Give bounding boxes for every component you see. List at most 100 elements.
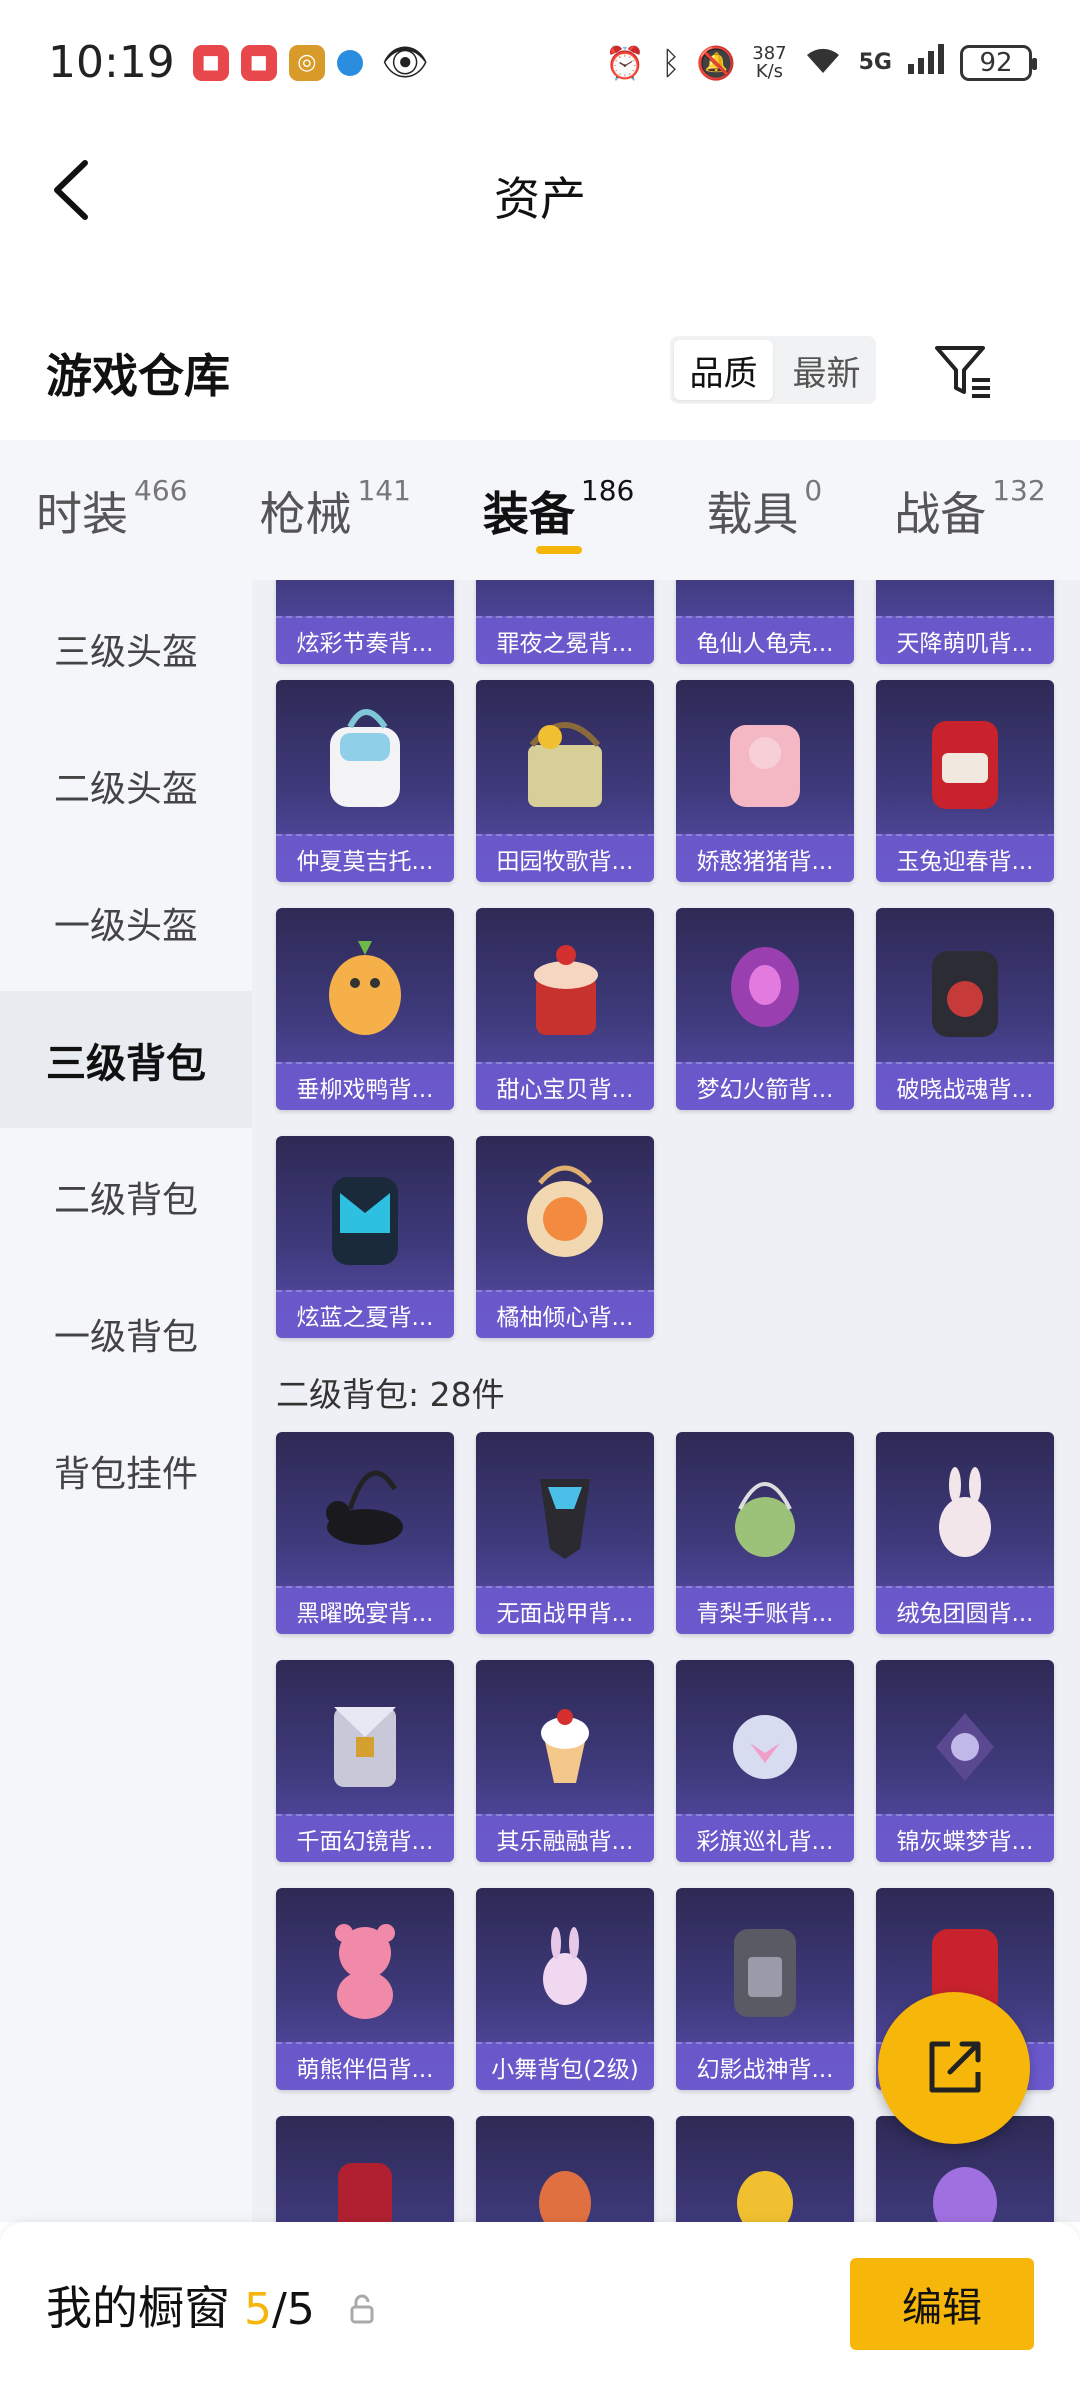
backpack-image: [476, 1432, 654, 1586]
backpack-image: [476, 580, 654, 616]
backpack-image: [476, 908, 654, 1062]
item-card[interactable]: [276, 2116, 454, 2222]
item-grid: 炫彩节奏背... 罪夜之冕背... 龟仙人龟壳... 天降萌叽背... 仲夏莫吉…: [252, 580, 1080, 2222]
sidebar-item-lv2-helmet[interactable]: 二级头盔: [0, 717, 252, 854]
backpack-image: [276, 1660, 454, 1814]
item-card[interactable]: [476, 2116, 654, 2222]
sort-quality-button[interactable]: 品质: [674, 340, 773, 400]
backpack-image: [876, 680, 1054, 834]
item-card[interactable]: 甜心宝贝背...: [476, 908, 654, 1110]
item-card[interactable]: 黑曜晚宴背...: [276, 1432, 454, 1634]
item-card[interactable]: 垂柳戏鸭背...: [276, 908, 454, 1110]
item-card[interactable]: 其乐融融背...: [476, 1660, 654, 1862]
showcase-title-group: 我的橱窗 5/5: [46, 2272, 375, 2338]
item-card[interactable]: 娇憨猪猪背...: [676, 680, 854, 882]
item-card[interactable]: 橘柚倾心背...: [476, 1136, 654, 1338]
eye-icon: 👁: [380, 40, 430, 84]
item-card[interactable]: 小舞背包(2级): [476, 1888, 654, 2090]
backpack-image: [276, 1888, 454, 2042]
sort-toggle: 品质 最新: [670, 336, 876, 404]
tab-supplies[interactable]: 战备 132: [894, 460, 1045, 560]
sidebar-item-lv3-helmet[interactable]: 三级头盔: [0, 580, 252, 717]
backpack-image: [476, 1660, 654, 1814]
backpack-image: [476, 680, 654, 834]
item-card[interactable]: 破晓战魂背...: [876, 908, 1054, 1110]
item-card[interactable]: 炫蓝之夏背...: [276, 1136, 454, 1338]
tab-firearms[interactable]: 枪械 141: [259, 460, 410, 560]
category-tabs: 时装 466 枪械 141 装备 186 载具 0 战备 132: [0, 440, 1080, 580]
backpack-image: [876, 1432, 1054, 1586]
item-card[interactable]: 千面幻镜背...: [276, 1660, 454, 1862]
warehouse-header: 游戏仓库 品质 最新: [0, 320, 1080, 440]
item-card[interactable]: 龟仙人龟壳...: [676, 580, 854, 664]
browser-notification-icon: [336, 49, 363, 76]
sidebar-item-lv1-helmet[interactable]: 一级头盔: [0, 854, 252, 991]
sidebar-item-lv1-backpack[interactable]: 一级背包: [0, 1265, 252, 1402]
mute-icon: 🔕: [696, 43, 737, 82]
backpack-image: [876, 1660, 1054, 1814]
sidebar-item-lv3-backpack[interactable]: 三级背包: [0, 991, 252, 1128]
item-card[interactable]: 玉兔迎春背...: [876, 680, 1054, 882]
filter-icon: [935, 346, 990, 398]
item-card[interactable]: 幻影战神背...: [676, 1888, 854, 2090]
signal-icon: [908, 43, 944, 82]
filter-button[interactable]: [928, 336, 998, 406]
showcase-bar: 我的橱窗 5/5 编辑: [0, 2222, 1080, 2382]
tab-equipment[interactable]: 装备 186: [483, 460, 634, 560]
item-card[interactable]: 田园牧歌背...: [476, 680, 654, 882]
item-card[interactable]: 梦幻火箭背...: [676, 908, 854, 1110]
backpack-image: [276, 1136, 454, 1290]
backpack-image: [276, 580, 454, 616]
share-button[interactable]: [878, 1992, 1030, 2144]
backpack-image: [276, 2116, 454, 2222]
sidebar-item-lv2-backpack[interactable]: 二级背包: [0, 1128, 252, 1265]
battery-icon: 92: [960, 44, 1037, 81]
tab-vehicles[interactable]: 载具 0: [706, 460, 822, 560]
backpack-image: [876, 908, 1054, 1062]
sort-latest-button[interactable]: 最新: [777, 336, 876, 404]
network-type: 5G: [858, 50, 892, 75]
showcase-title: 我的橱窗: [46, 2281, 230, 2335]
wifi-icon: [803, 43, 843, 83]
backpack-image: [676, 908, 854, 1062]
backpack-image: [276, 908, 454, 1062]
backpack-image: [476, 1136, 654, 1290]
app-notification-icon: ◼: [192, 44, 229, 81]
tab-fashion[interactable]: 时装 466: [36, 460, 187, 560]
section-label-lv2-backpack: 二级背包: 28件: [276, 1375, 505, 1414]
status-bar: 10:19 ◼ ◼ ◎ 👁 ⏰ ᛒ 🔕 387 K/s 5G 92: [0, 0, 1080, 125]
backpack-image: [476, 1888, 654, 2042]
item-card[interactable]: 无面战甲背...: [476, 1432, 654, 1634]
item-card[interactable]: 罪夜之冕背...: [476, 580, 654, 664]
game-notification-icon: ◎: [288, 44, 325, 81]
item-card[interactable]: 彩旗巡礼背...: [676, 1660, 854, 1862]
page-title: 资产: [494, 172, 586, 226]
app-notification-icon: ◼: [240, 44, 277, 81]
item-card[interactable]: 仲夏莫吉托...: [276, 680, 454, 882]
status-time: 10:19: [48, 37, 175, 88]
item-card[interactable]: 天降萌叽背...: [876, 580, 1054, 664]
network-speed: 387 K/s: [752, 42, 787, 82]
backpack-image: [876, 580, 1054, 616]
edit-button[interactable]: 编辑: [850, 2258, 1034, 2350]
backpack-image: [676, 1660, 854, 1814]
backpack-image: [276, 1432, 454, 1586]
item-card[interactable]: 绒兔团圆背...: [876, 1432, 1054, 1634]
item-card[interactable]: 萌熊伴侣背...: [276, 1888, 454, 2090]
sidebar: 三级头盔 二级头盔 一级头盔 三级背包 二级背包 一级背包 背包挂件: [0, 580, 252, 2222]
item-card[interactable]: 青梨手账背...: [676, 1432, 854, 1634]
tab-active-indicator: [535, 546, 582, 554]
backpack-image: [676, 1432, 854, 1586]
title-bar: 资产: [0, 125, 1080, 255]
bluetooth-icon: ᛒ: [661, 43, 681, 82]
backpack-image: [676, 580, 854, 616]
backpack-image: [476, 2116, 654, 2222]
item-card[interactable]: [676, 2116, 854, 2222]
showcase-count: 5/5: [244, 2284, 315, 2335]
lock-icon: [349, 2281, 375, 2335]
warehouse-title: 游戏仓库: [46, 349, 230, 403]
sidebar-item-backpack-pendant[interactable]: 背包挂件: [0, 1402, 252, 1539]
item-card[interactable]: 锦灰蝶梦背...: [876, 1660, 1054, 1862]
item-card[interactable]: 炫彩节奏背...: [276, 580, 454, 664]
share-icon: [929, 2041, 981, 2093]
